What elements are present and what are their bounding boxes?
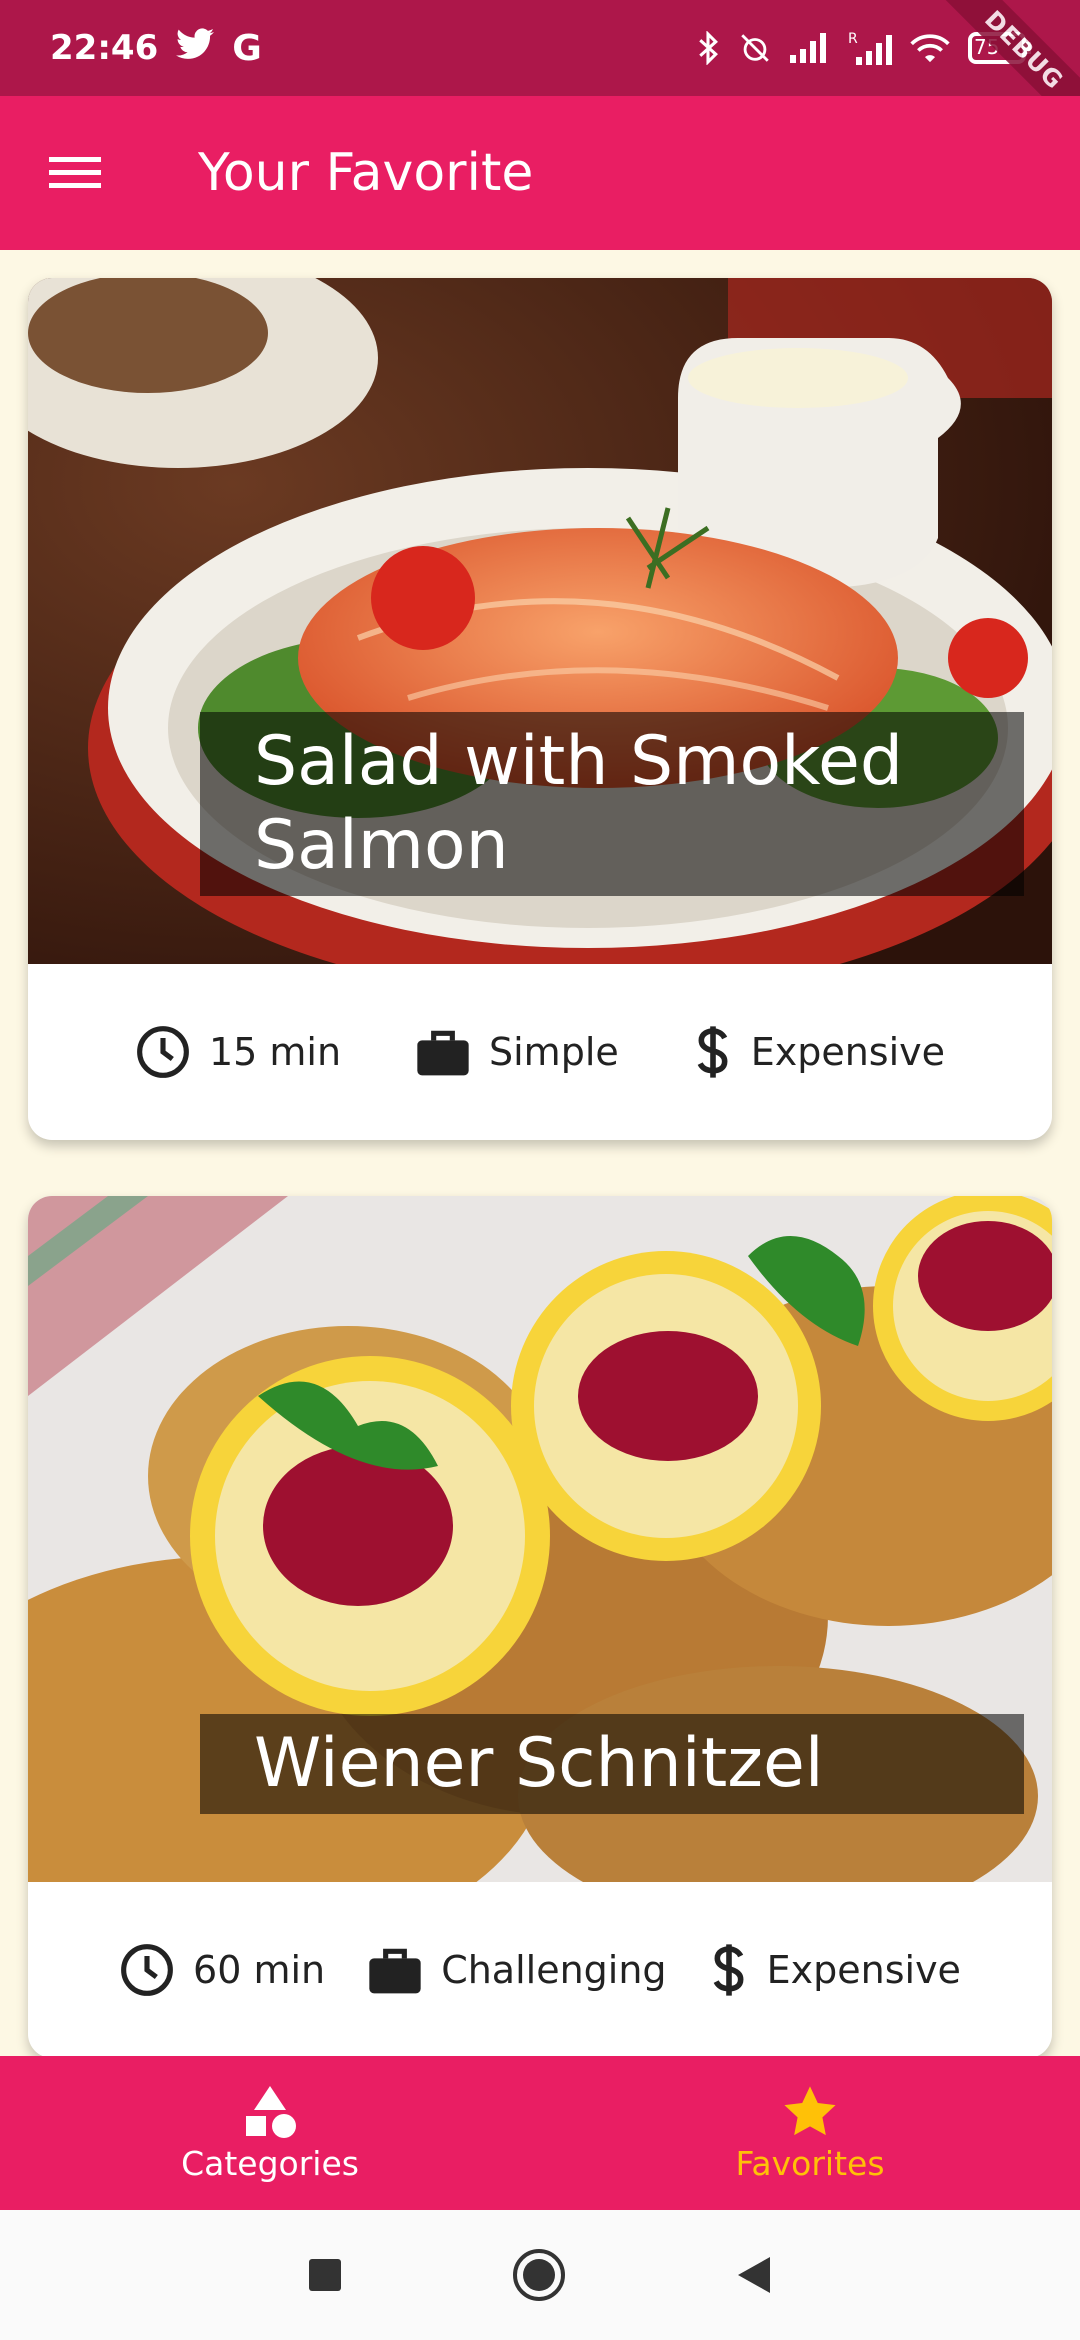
hamburger-menu-button[interactable] (0, 96, 150, 250)
meal-image-salad: Salad with Smoked Salmon (28, 278, 1052, 964)
meal-complexity-label: Simple (489, 1030, 619, 1074)
signal-roaming-icon: R (848, 31, 892, 65)
bluetooth-icon (696, 31, 720, 65)
alarm-off-icon (738, 31, 772, 65)
meal-affordability: Expensive (709, 1942, 961, 1998)
meal-complexity: Challenging (367, 1944, 667, 1996)
meal-affordability-label: Expensive (766, 1948, 961, 1992)
category-shapes-icon (246, 2085, 296, 2138)
svg-text:R: R (848, 31, 858, 47)
home-circle-icon[interactable] (512, 2248, 566, 2302)
wifi-icon (910, 32, 950, 64)
nav-item-categories[interactable]: Categories (0, 2056, 540, 2210)
page-title: Your Favorite (198, 143, 534, 203)
meal-image-schnitzel: Wiener Schnitzel (28, 1196, 1052, 1882)
meal-meta-row: 15 min Simple Expensive (28, 964, 1052, 1140)
status-bar: 22:46 G R 75 DEBUG (0, 0, 1080, 142)
hamburger-menu-icon (49, 157, 101, 188)
twitter-icon (176, 27, 215, 69)
briefcase-icon (417, 1030, 469, 1076)
clock-icon (121, 1944, 173, 1996)
meal-meta-row: 60 min Challenging Expensive (28, 1882, 1052, 2058)
nav-label-categories: Categories (181, 2143, 359, 2183)
status-left: 22:46 G (50, 28, 262, 69)
app-bar: Your Favorite (0, 96, 1080, 250)
back-triangle-icon[interactable] (736, 2255, 772, 2295)
google-icon: G (232, 27, 262, 69)
signal-icon (790, 33, 830, 63)
meal-duration: 15 min (135, 1024, 341, 1080)
bottom-navigation: Categories Favorites (0, 2056, 1080, 2210)
dollar-icon (713, 1944, 744, 1996)
meal-affordability: Expensive (693, 1024, 945, 1080)
meal-card-schnitzel[interactable]: Wiener Schnitzel 60 min Challenging Expe… (28, 1196, 1052, 2058)
meal-duration-label: 60 min (193, 1948, 326, 1992)
meal-complexity-label: Challenging (441, 1948, 667, 1992)
meal-complexity: Simple (415, 1026, 619, 1078)
recents-square-icon[interactable] (308, 2258, 342, 2292)
meal-title: Salad with Smoked Salmon (200, 712, 1024, 896)
meal-title: Wiener Schnitzel (200, 1714, 1024, 1814)
clock-icon (137, 1026, 189, 1078)
star-icon (784, 2085, 836, 2135)
nav-label-favorites: Favorites (735, 2143, 885, 2183)
status-time: 22:46 (50, 28, 159, 68)
meal-affordability-label: Expensive (750, 1030, 946, 1074)
nav-item-favorites[interactable]: Favorites (540, 2056, 1080, 2210)
briefcase-icon (369, 1948, 421, 1994)
meal-card-salad[interactable]: Salad with Smoked Salmon 15 min Simple E… (28, 278, 1052, 1140)
system-navigation-bar (0, 2210, 1080, 2340)
meal-duration-label: 15 min (208, 1030, 342, 1074)
dollar-icon (697, 1026, 728, 1078)
meal-duration: 60 min (119, 1942, 325, 1998)
